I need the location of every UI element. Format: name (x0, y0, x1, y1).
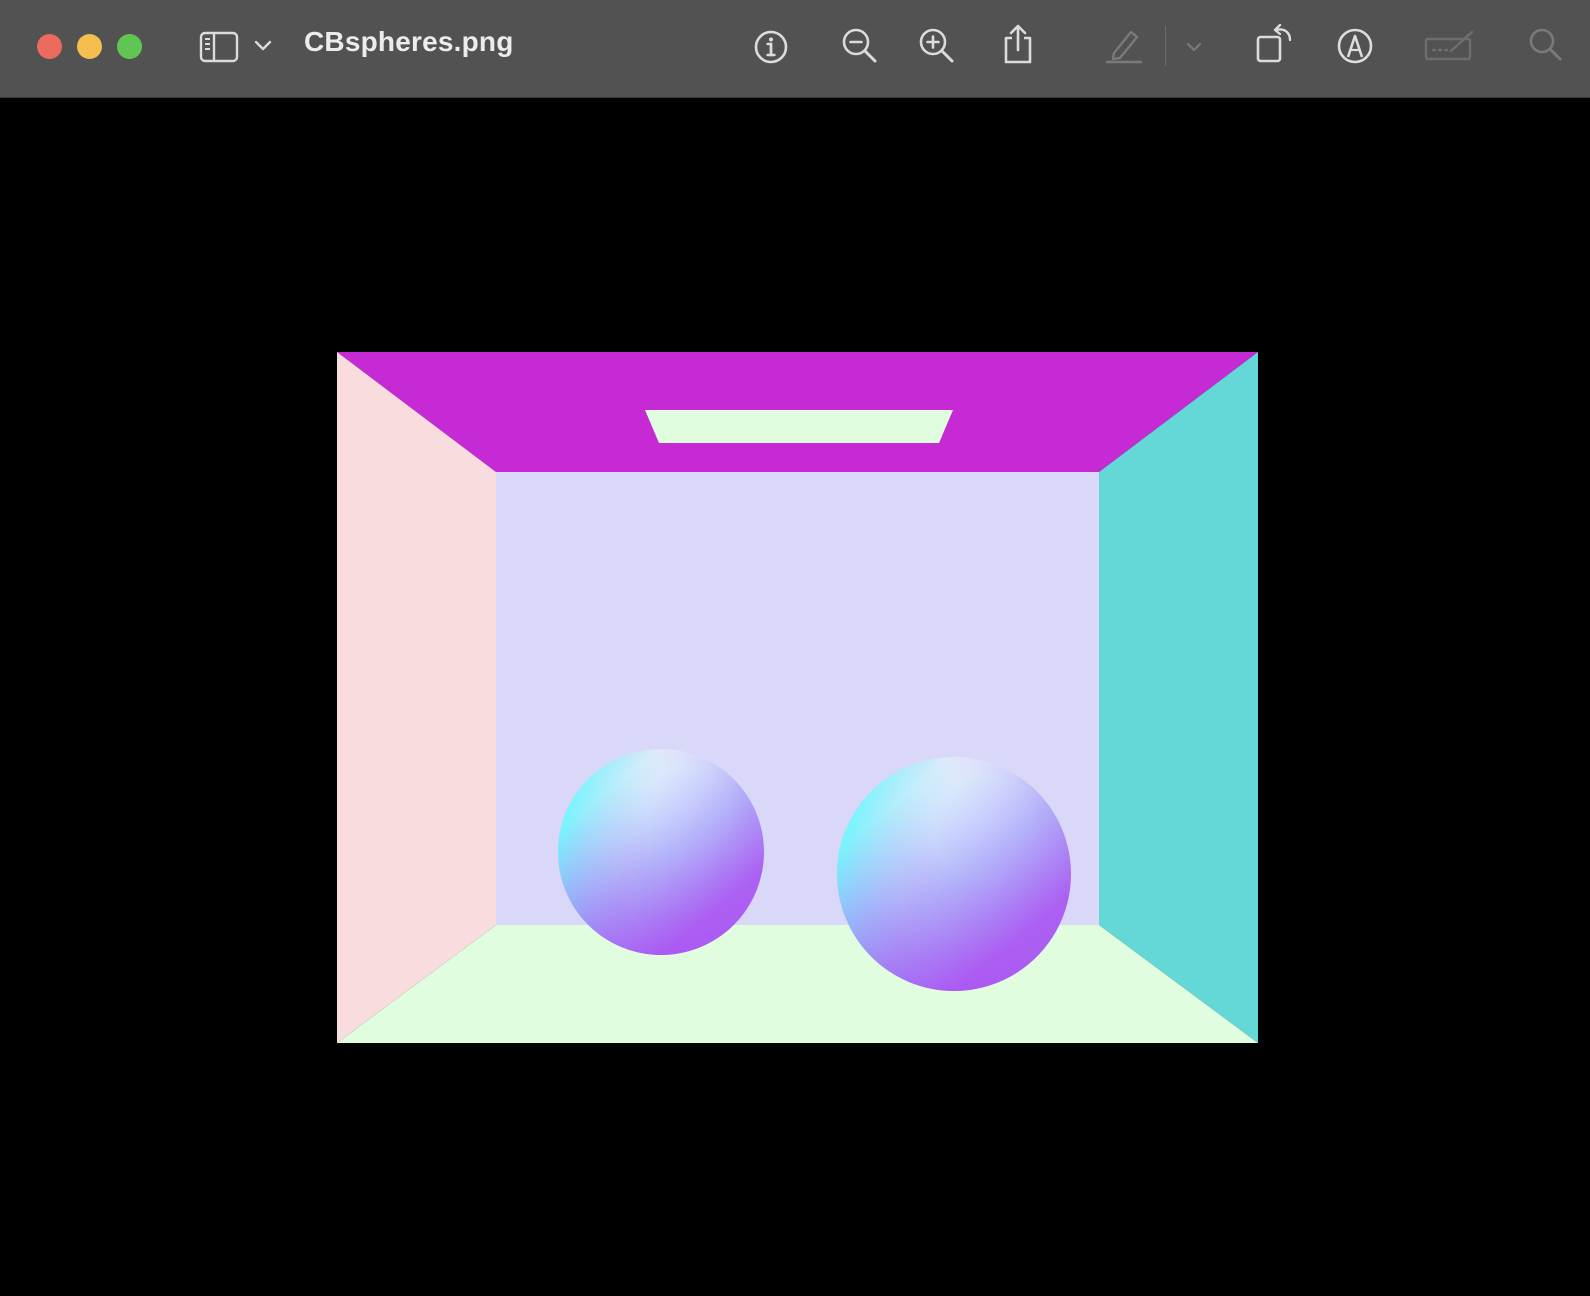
markup-button[interactable] (1334, 25, 1376, 67)
rotate-icon (1254, 23, 1294, 65)
toolbar-divider (1165, 26, 1166, 66)
preview-window: CBspheres.png (0, 0, 1590, 1296)
sidebar-menu-button[interactable] (252, 35, 274, 57)
zoom-in-button[interactable] (916, 25, 958, 67)
rotate-button[interactable] (1253, 22, 1295, 66)
info-button[interactable] (751, 27, 791, 67)
ceiling-light (645, 410, 953, 443)
left-wall (337, 352, 496, 1043)
zoom-button[interactable] (117, 34, 142, 59)
rendered-image (337, 352, 1258, 1043)
info-icon (753, 29, 789, 65)
chevron-down-icon (254, 40, 272, 52)
sidebar-toggle-button[interactable] (198, 27, 240, 67)
zoom-in-icon (918, 27, 956, 65)
search-button[interactable] (1526, 25, 1566, 65)
floor (337, 925, 1258, 1043)
pencil-icon (1104, 25, 1144, 65)
markup-icon (1336, 27, 1374, 65)
minimize-button[interactable] (77, 34, 102, 59)
zoom-out-icon (841, 27, 879, 65)
zoom-out-button[interactable] (839, 25, 881, 67)
close-button[interactable] (37, 34, 62, 59)
form-fill-icon (1424, 29, 1476, 63)
chevron-down-icon (1186, 42, 1202, 52)
sidebar-icon (199, 30, 239, 64)
highlight-menu-button[interactable] (1184, 37, 1204, 57)
document-title: CBspheres.png (304, 26, 514, 57)
share-button[interactable] (998, 22, 1038, 66)
highlight-button[interactable] (1103, 24, 1145, 66)
image-viewport[interactable] (0, 98, 1590, 1296)
left-sphere (558, 749, 764, 955)
share-icon (1000, 23, 1036, 65)
form-fill-button[interactable] (1424, 28, 1476, 64)
right-wall (1099, 352, 1258, 1043)
right-sphere (837, 757, 1071, 991)
search-icon (1528, 27, 1564, 63)
title-bar[interactable]: CBspheres.png (0, 0, 1590, 98)
